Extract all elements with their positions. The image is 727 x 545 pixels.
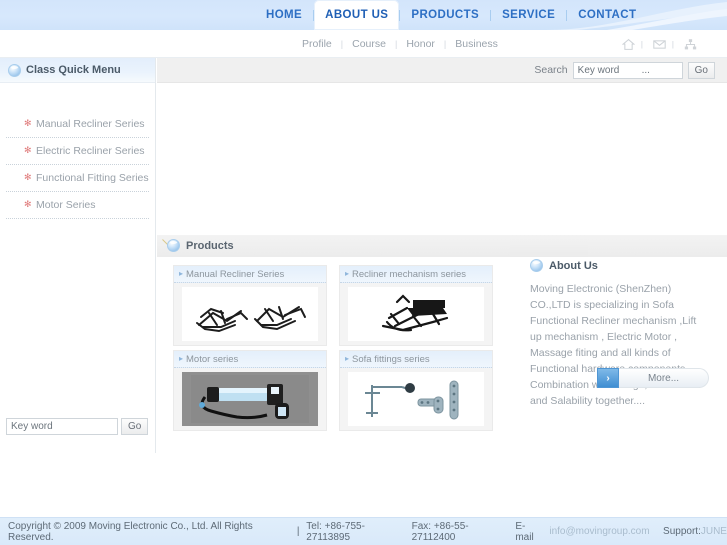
sidebar-header: Class Quick Menu xyxy=(0,58,155,83)
sidebar-item-label: Manual Recliner Series xyxy=(36,118,145,130)
nav-label: ABOUT US xyxy=(325,9,389,21)
footer-divider: | xyxy=(296,526,300,537)
orb-icon xyxy=(530,259,543,272)
sidebar-item-manual-recliner-series[interactable]: ✻ Manual Recliner Series xyxy=(6,111,149,138)
nav-item-home[interactable]: HOME xyxy=(255,0,313,30)
sidebar-title: Class Quick Menu xyxy=(26,64,121,76)
main-content-column: Search Go Products xyxy=(157,58,727,453)
subnav-item-course[interactable]: Course xyxy=(343,38,395,50)
product-card[interactable]: ▸ Manual Recliner Series xyxy=(173,265,327,346)
search-input[interactable] xyxy=(572,61,683,79)
home-icon[interactable] xyxy=(621,38,636,51)
product-card-header: ▸ Sofa fittings series xyxy=(340,351,492,368)
nav-label: HOME xyxy=(266,9,303,21)
chevron-right-icon: ▸ xyxy=(179,268,184,278)
sidebar-item-label: Motor Series xyxy=(36,199,96,211)
chevron-right-icon: ▸ xyxy=(345,353,350,363)
footer-tel: Tel: +86-755-27113895 xyxy=(306,520,365,543)
sitemap-icon[interactable] xyxy=(684,38,697,51)
sidebar-item-list: ✻ Manual Recliner Series ✻ Electric Recl… xyxy=(0,83,155,219)
more-button[interactable]: More... xyxy=(619,368,709,388)
page-root: HOME ABOUT US PRODUCTS SERVICE CONTACT P… xyxy=(0,0,727,545)
about-us-panel: About Us Moving Electronic (ShenZhen) CO… xyxy=(510,235,727,452)
bullet-star-icon: ✻ xyxy=(24,172,32,182)
product-card-header: ▸ Recliner mechanism series xyxy=(340,266,492,283)
product-card[interactable]: ▸ Motor series xyxy=(173,350,327,431)
product-card-label: Manual Recliner Series xyxy=(186,268,285,280)
footer-support-label: Support: xyxy=(663,526,701,537)
subnav-item-profile[interactable]: Profile xyxy=(293,38,341,50)
sub-nav-icon-group: | | xyxy=(621,30,697,58)
footer: Copyright © 2009 Moving Electronic Co., … xyxy=(0,517,727,545)
sidebar-search-go-button[interactable]: Go xyxy=(121,418,149,435)
sidebar-search-form: Go xyxy=(6,418,149,435)
icon-separator: | xyxy=(671,39,674,49)
footer-support-value[interactable]: JUNE xyxy=(701,526,727,537)
product-card-body xyxy=(174,368,326,430)
product-card-label: Sofa fittings series xyxy=(352,353,430,365)
nav-label: SERVICE xyxy=(502,9,556,21)
product-card-label: Recliner mechanism series xyxy=(352,268,467,280)
sidebar-item-electric-recliner-series[interactable]: ✻ Electric Recliner Series xyxy=(6,138,149,165)
about-panel-tab xyxy=(510,235,588,257)
nav-label: PRODUCTS xyxy=(411,9,480,21)
nav-label: CONTACT xyxy=(578,9,637,21)
footer-email-link[interactable]: info@movingroup.com xyxy=(549,526,649,537)
sidebar-search-input[interactable] xyxy=(6,418,118,435)
nav-item-about-us[interactable]: ABOUT US xyxy=(314,0,400,30)
product-thumbnail xyxy=(182,372,318,426)
sidebar-item-motor-series[interactable]: ✻ Motor Series xyxy=(6,192,149,219)
banner-area xyxy=(157,83,727,235)
lower-content-area: Products ▸ Manual Recliner Series ▸ Recl… xyxy=(157,235,727,452)
chevron-right-icon: ▸ xyxy=(179,353,184,363)
nav-item-contact[interactable]: CONTACT xyxy=(567,0,647,30)
product-card[interactable]: ▸ Recliner mechanism series xyxy=(339,265,493,346)
product-card-body xyxy=(340,283,492,345)
product-card-body xyxy=(340,368,492,430)
product-card-body xyxy=(174,283,326,345)
bullet-star-icon: ✻ xyxy=(24,145,32,155)
subnav-item-business[interactable]: Business xyxy=(446,38,507,50)
about-us-body-text: Moving Electronic (ShenZhen) CO.,LTD is … xyxy=(530,283,700,407)
mail-icon[interactable] xyxy=(653,38,666,51)
product-thumbnail xyxy=(348,287,484,341)
more-arrow-icon[interactable]: › xyxy=(597,368,619,388)
footer-copyright: Copyright © 2009 Moving Electronic Co., … xyxy=(8,520,253,543)
about-us-header: About Us xyxy=(530,259,598,272)
products-title: Products xyxy=(186,239,234,252)
nav-item-service[interactable]: SERVICE xyxy=(491,0,566,30)
sidebar-item-label: Electric Recliner Series xyxy=(36,145,145,157)
product-card-header: ▸ Motor series xyxy=(174,351,326,368)
product-card[interactable]: ▸ Sofa fittings series xyxy=(339,350,493,431)
sidebar-item-functional-fitting-series[interactable]: ✻ Functional Fitting Series xyxy=(6,165,149,192)
search-label: Search xyxy=(534,64,568,76)
product-card-header: ▸ Manual Recliner Series xyxy=(174,266,326,283)
orb-icon xyxy=(167,239,180,252)
products-header: Products xyxy=(167,239,234,252)
nav-item-products[interactable]: PRODUCTS xyxy=(400,0,490,30)
footer-email-label: E-mail xyxy=(515,520,534,543)
footer-fax: Fax: +86-55-27112400 xyxy=(411,520,469,543)
search-go-button[interactable]: Go xyxy=(687,61,715,79)
top-navigation-bar: HOME ABOUT US PRODUCTS SERVICE CONTACT xyxy=(0,0,727,30)
subnav-item-honor[interactable]: Honor xyxy=(397,38,444,50)
about-us-title: About Us xyxy=(549,259,598,272)
sub-nav-list: Profile | Course | Honor | Business xyxy=(293,30,507,58)
bullet-star-icon: ✻ xyxy=(24,199,32,209)
bullet-star-icon: ✻ xyxy=(24,118,32,128)
sidebar: Class Quick Menu ✻ Manual Recliner Serie… xyxy=(0,58,156,453)
products-grid: ▸ Manual Recliner Series ▸ Recliner mech… xyxy=(173,265,493,431)
product-card-label: Motor series xyxy=(186,353,239,365)
chevron-right-icon: ▸ xyxy=(345,268,350,278)
product-thumbnail xyxy=(348,372,484,426)
main-nav-list: HOME ABOUT US PRODUCTS SERVICE CONTACT xyxy=(255,0,647,30)
content-columns: Class Quick Menu ✻ Manual Recliner Serie… xyxy=(0,58,727,453)
about-more-button-group: › More... xyxy=(597,368,709,388)
search-bar: Search Go xyxy=(157,58,727,83)
sub-navigation-bar: Profile | Course | Honor | Business | | xyxy=(0,30,727,58)
sidebar-item-label: Functional Fitting Series xyxy=(36,172,149,184)
product-thumbnail xyxy=(182,287,318,341)
orb-icon xyxy=(8,63,21,77)
icon-separator: | xyxy=(640,39,643,49)
